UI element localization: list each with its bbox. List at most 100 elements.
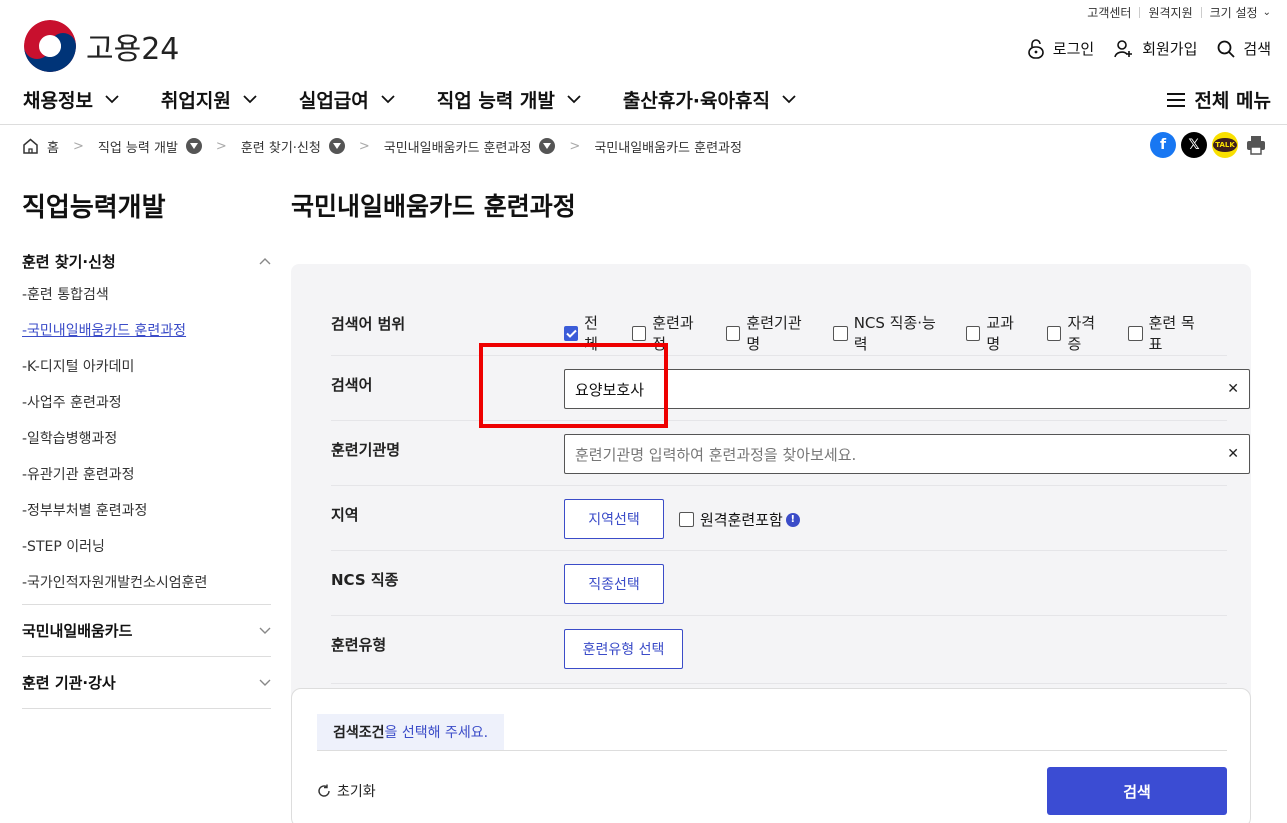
row-search-scope: 검색어 범위 전체 훈련과정 훈련기관명 NCS 직종·능력 교과명 자격증 훈… (331, 264, 1227, 356)
reset-button[interactable]: 초기화 (317, 781, 376, 801)
breadcrumb-separator-icon: > (569, 138, 581, 154)
side-item[interactable]: -국가인적자원개발컨소시엄훈련 (22, 572, 271, 604)
side-item[interactable]: -정부부처별 훈련과정 (22, 500, 271, 536)
divider (1139, 6, 1141, 18)
row-type: 훈련유형 훈련유형 선택 (331, 616, 1227, 684)
breadcrumb-separator-icon: > (215, 138, 227, 154)
row-keyword: 검색어 요양보호사 ✕ (331, 356, 1250, 421)
type-label: 훈련유형 (331, 636, 387, 654)
nav-item-employment-support[interactable]: 취업지원 (161, 86, 257, 113)
side-item[interactable]: -훈련 통합검색 (22, 284, 271, 320)
hamburger-icon (1167, 92, 1186, 107)
nav-item-unemployment-benefit[interactable]: 실업급여 (299, 86, 395, 113)
breadcrumb: 홈 > 직업 능력 개발 > 훈련 찾기·신청 > 국민내일배움카드 훈련과정 … (22, 136, 742, 156)
divider (317, 750, 1227, 751)
dropdown-icon[interactable] (539, 138, 556, 154)
side-group-institution[interactable]: 훈련 기관·강사 (22, 657, 271, 709)
breadcrumb-current: 국민내일배움카드 훈련과정 (594, 140, 742, 156)
search-button[interactable]: 검색 (1217, 38, 1271, 59)
all-menu-button[interactable]: 전체 메뉴 (1166, 86, 1271, 113)
print-icon[interactable] (1243, 132, 1269, 158)
taegeuk-logo-icon (24, 20, 76, 72)
side-item[interactable]: -일학습병행과정 (22, 428, 271, 464)
side-group-training-search[interactable]: 훈련 찾기·신청 (22, 248, 271, 274)
site-logo[interactable]: 고용24 (24, 20, 179, 72)
nav-item-parental-leave[interactable]: 출산휴가·육아휴직 (623, 86, 796, 113)
side-item[interactable]: -STEP 이러닝 (22, 536, 271, 572)
scope-option-org[interactable]: 훈련기관명 (726, 312, 811, 354)
lock-icon (1027, 38, 1044, 59)
chevron-down-icon (259, 627, 271, 634)
divider (1200, 6, 1202, 18)
font-size-setting[interactable]: 크기 설정 (1210, 4, 1258, 21)
side-item[interactable]: -K-디지털 아카데미 (22, 356, 271, 392)
chevron-down-icon (105, 95, 119, 104)
facebook-icon[interactable]: f (1150, 132, 1176, 158)
keyword-label: 검색어 (331, 376, 373, 394)
scope-option-ncs[interactable]: NCS 직종·능력 (833, 312, 944, 354)
share-buttons: f 𝕏 TALK (1145, 132, 1269, 158)
info-icon[interactable]: ! (785, 512, 800, 527)
header-divider (0, 124, 1287, 125)
login-button[interactable]: 로그인 (1027, 38, 1094, 59)
clear-icon[interactable]: ✕ (1227, 446, 1239, 462)
checkbox-icon (679, 512, 694, 527)
logo-text: 고용24 (86, 32, 180, 67)
clear-icon[interactable]: ✕ (1227, 381, 1239, 397)
side-item-active[interactable]: -국민내일배움카드 훈련과정 (22, 320, 271, 356)
breadcrumb-item-skill[interactable]: 직업 능력 개발 (98, 137, 202, 156)
utility-links: 고객센터 원격지원 크기 설정 ⌄ (1087, 3, 1271, 21)
customer-center-link[interactable]: 고객센터 (1087, 4, 1131, 21)
checkbox-icon (833, 325, 848, 341)
dropdown-icon[interactable] (328, 138, 345, 154)
home-icon (23, 138, 38, 154)
join-button[interactable]: 회원가입 (1114, 38, 1197, 59)
page-title: 국민내일배움카드 훈련과정 (291, 192, 576, 221)
side-item[interactable]: -유관기관 훈련과정 (22, 464, 271, 500)
side-nav: 훈련 찾기·신청 -훈련 통합검색 -국민내일배움카드 훈련과정 -K-디지털 … (22, 248, 271, 709)
region-label: 지역 (331, 506, 359, 524)
breadcrumb-separator-icon: > (358, 138, 370, 154)
chevron-up-icon (259, 258, 271, 265)
nav-item-jobs[interactable]: 채용정보 (23, 86, 119, 113)
user-add-icon (1114, 39, 1133, 57)
chevron-down-icon (782, 95, 796, 104)
breadcrumb-item-training-search[interactable]: 훈련 찾기·신청 (241, 137, 345, 156)
chevron-down-icon (381, 95, 395, 104)
dropdown-icon[interactable] (185, 138, 202, 154)
main-nav: 채용정보 취업지원 실업급여 직업 능력 개발 출산휴가·육아휴직 (23, 86, 838, 113)
row-org: 훈련기관명 훈련기관명 입력하여 훈련과정을 찾아보세요. ✕ (331, 421, 1250, 486)
search-condition-bar: 검색조건 을 선택해 주세요. 초기화 검색 (291, 688, 1251, 823)
type-select-button[interactable]: 훈련유형 선택 (564, 629, 683, 669)
breadcrumb-item-card-course[interactable]: 국민내일배움카드 훈련과정 (384, 137, 556, 156)
checkbox-icon (966, 325, 981, 341)
remote-support-link[interactable]: 원격지원 (1148, 4, 1192, 21)
x-twitter-icon[interactable]: 𝕏 (1181, 132, 1207, 158)
nav-item-skill-development[interactable]: 직업 능력 개발 (437, 86, 581, 113)
org-label: 훈련기관명 (331, 441, 401, 459)
ncs-select-button[interactable]: 직종선택 (564, 564, 664, 604)
remote-checkbox[interactable]: 원격훈련포함 ! (679, 509, 800, 530)
search-submit-button[interactable]: 검색 (1047, 767, 1227, 815)
chevron-down-icon (259, 679, 271, 686)
side-item[interactable]: -사업주 훈련과정 (22, 392, 271, 428)
breadcrumb-home[interactable]: 홈 (22, 137, 59, 156)
scope-label: 검색어 범위 (331, 315, 406, 333)
region-select-button[interactable]: 지역선택 (564, 499, 664, 539)
scope-option-goal[interactable]: 훈련 목표 (1128, 312, 1205, 354)
checkbox-icon (726, 325, 741, 341)
row-ncs: NCS 직종 직종선택 (331, 551, 1227, 616)
side-submenu: -훈련 통합검색 -국민내일배움카드 훈련과정 -K-디지털 아카데미 -사업주… (22, 284, 271, 604)
account-nav: 로그인 회원가입 검색 (1007, 38, 1271, 59)
kakaotalk-icon[interactable]: TALK (1212, 132, 1238, 158)
org-placeholder: 훈련기관명 입력하여 훈련과정을 찾아보세요. (575, 445, 857, 464)
scope-option-subject[interactable]: 교과명 (966, 312, 1025, 354)
checkbox-icon (1047, 325, 1062, 341)
org-input[interactable]: 훈련기관명 입력하여 훈련과정을 찾아보세요. ✕ (564, 434, 1250, 474)
side-group-learning-card[interactable]: 국민내일배움카드 (22, 605, 271, 657)
scope-option-cert[interactable]: 자격증 (1047, 312, 1106, 354)
checkbox-icon (632, 325, 647, 341)
row-region: 지역 지역선택 원격훈련포함 ! (331, 486, 1227, 551)
checkbox-checked-icon (564, 325, 579, 341)
chevron-down-icon: ⌄ (1262, 6, 1271, 18)
